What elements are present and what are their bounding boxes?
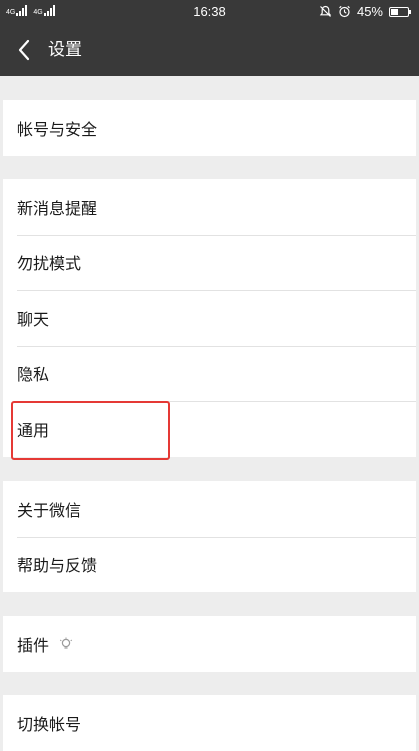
settings-item-account-security[interactable]: 帐号与安全 bbox=[3, 100, 416, 156]
settings-item-help-feedback[interactable]: 帮助与反馈 bbox=[3, 536, 416, 593]
page-title: 设置 bbox=[48, 40, 82, 60]
settings-item-do-not-disturb[interactable]: 勿扰模式 bbox=[3, 234, 416, 291]
settings-item-label: 关于微信 bbox=[17, 500, 82, 520]
battery-icon bbox=[389, 6, 411, 17]
settings-item-label: 新消息提醒 bbox=[17, 198, 98, 218]
settings-item-general[interactable]: 通用 bbox=[3, 401, 416, 457]
settings-group-switch-account: 切换帐号 bbox=[3, 695, 416, 751]
settings-item-privacy[interactable]: 隐私 bbox=[3, 345, 416, 402]
lightbulb-icon bbox=[59, 637, 73, 649]
nav-bar: 设置 bbox=[0, 24, 419, 76]
settings-group-account: 帐号与安全 bbox=[3, 100, 416, 156]
settings-item-label: 帐号与安全 bbox=[17, 119, 98, 139]
settings-group-plugins: 插件 bbox=[3, 616, 416, 672]
status-bar: 4G 4G 16:38 45% bbox=[0, 0, 419, 24]
settings-item-label: 帮助与反馈 bbox=[17, 556, 98, 576]
battery-fill bbox=[391, 8, 398, 15]
settings-item-about-wechat[interactable]: 关于微信 bbox=[3, 481, 416, 537]
settings-item-label: 插件 bbox=[17, 635, 50, 655]
settings-item-label: 聊天 bbox=[17, 309, 50, 329]
settings-item-label: 切换帐号 bbox=[17, 714, 82, 734]
alarm-icon bbox=[339, 5, 350, 18]
settings-item-label: 隐私 bbox=[17, 365, 50, 385]
battery-percent: 45% bbox=[356, 4, 383, 19]
notification-off-icon bbox=[319, 5, 332, 17]
settings-item-label: 通用 bbox=[17, 420, 50, 440]
back-arrow-icon[interactable] bbox=[14, 36, 36, 64]
settings-group-main: 新消息提醒 勿扰模式 聊天 隐私 通用 bbox=[3, 179, 416, 457]
settings-item-switch-account[interactable]: 切换帐号 bbox=[3, 695, 416, 751]
settings-item-new-message-alerts[interactable]: 新消息提醒 bbox=[3, 179, 416, 235]
settings-item-label: 勿扰模式 bbox=[17, 254, 82, 274]
settings-item-chat[interactable]: 聊天 bbox=[3, 290, 416, 346]
settings-group-about: 关于微信 帮助与反馈 bbox=[3, 481, 416, 592]
settings-item-plugins[interactable]: 插件 bbox=[3, 616, 416, 672]
